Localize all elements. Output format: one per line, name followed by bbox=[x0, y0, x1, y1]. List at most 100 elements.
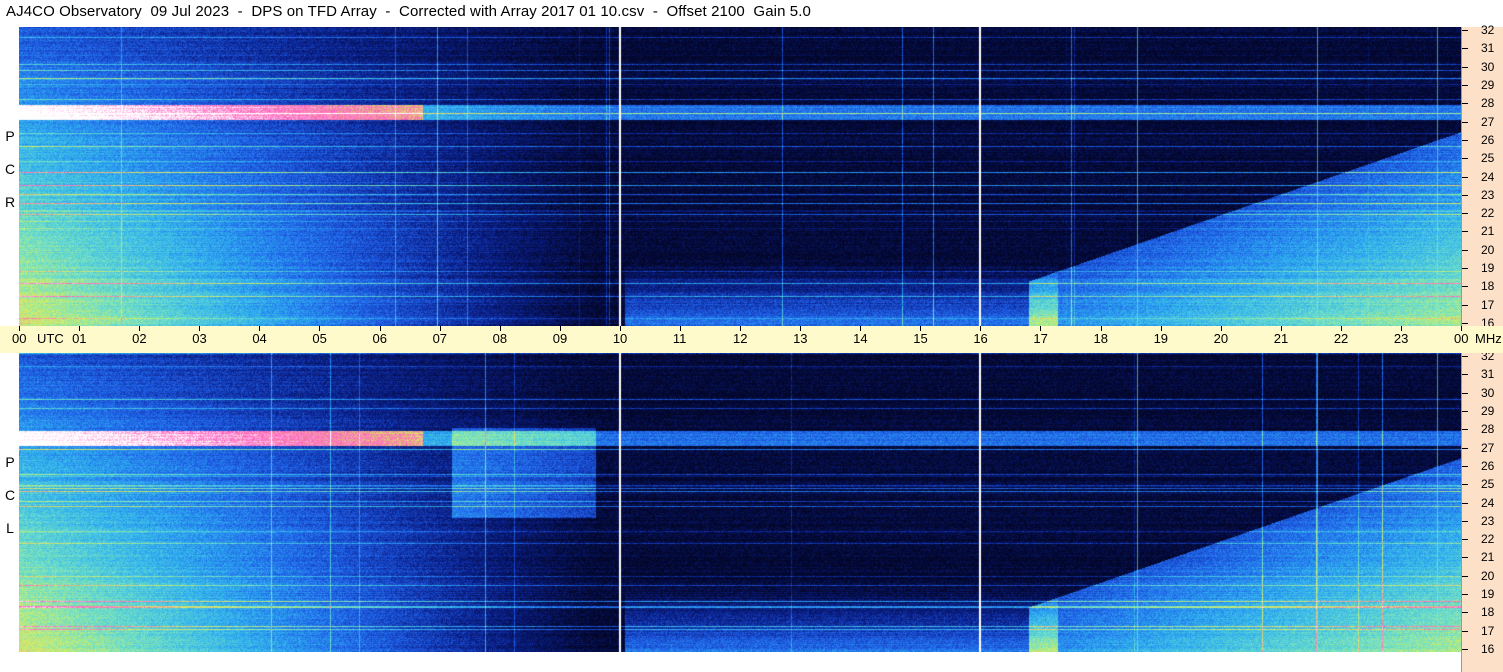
time-tick-label: 01 bbox=[72, 331, 87, 346]
time-tick-label: 20 bbox=[1213, 331, 1229, 346]
freq-tick bbox=[1462, 158, 1468, 160]
freq-tick-label: 28 bbox=[1481, 96, 1495, 111]
time-tick-label: 17 bbox=[1033, 331, 1048, 346]
freq-tick-label: 17 bbox=[1481, 623, 1495, 638]
time-tick-label: 04 bbox=[252, 331, 267, 346]
freq-tick bbox=[1462, 286, 1468, 288]
freq-tick-label: 30 bbox=[1481, 59, 1495, 74]
freq-tick bbox=[1462, 84, 1468, 86]
time-tick-label: 21 bbox=[1273, 331, 1289, 346]
freq-tick bbox=[1462, 649, 1468, 650]
freq-tick-label: 25 bbox=[1481, 477, 1495, 492]
freq-tick-label: 30 bbox=[1481, 385, 1495, 400]
freq-tick-label: 23 bbox=[1481, 187, 1495, 202]
freq-tick bbox=[1462, 48, 1468, 50]
lcp-label: P C L bbox=[4, 454, 16, 536]
freq-tick bbox=[1462, 429, 1468, 431]
freq-tick bbox=[1462, 66, 1468, 68]
freq-tick-label: 31 bbox=[1481, 367, 1495, 382]
freq-tick bbox=[1462, 447, 1468, 449]
time-tick-label: 10 bbox=[612, 331, 628, 346]
rcp-frequency-axis: 32 31 30 29 28 27 26 25 24 23 22 21 20 19 18 17 16 bbox=[1461, 23, 1503, 329]
freq-tick-label: 16 bbox=[1481, 642, 1495, 656]
freq-tick-label: 28 bbox=[1481, 422, 1495, 437]
time-tick-label: 07 bbox=[432, 331, 448, 346]
time-tick-label: 12 bbox=[733, 331, 748, 346]
time-tick-label: 09 bbox=[552, 331, 568, 346]
rcp-label: P C R bbox=[4, 128, 16, 210]
freq-tick-label: 19 bbox=[1481, 587, 1495, 602]
time-tick-label: MHz bbox=[1475, 331, 1502, 346]
time-tick-label: 00 bbox=[12, 331, 27, 346]
freq-tick bbox=[1462, 465, 1468, 467]
freq-tick bbox=[1462, 304, 1468, 306]
time-tick-label: 14 bbox=[853, 331, 868, 346]
freq-tick-label: 19 bbox=[1481, 261, 1495, 276]
lcp-spectrogram bbox=[19, 353, 1461, 652]
freq-tick-label: 21 bbox=[1481, 550, 1495, 565]
freq-tick bbox=[1462, 268, 1468, 270]
freq-tick-label: 31 bbox=[1481, 41, 1495, 56]
freq-tick bbox=[1462, 630, 1468, 632]
freq-tick bbox=[1462, 194, 1468, 196]
freq-tick bbox=[1462, 139, 1468, 141]
freq-tick-label: 27 bbox=[1481, 114, 1495, 129]
time-tick-label: 16 bbox=[973, 331, 988, 346]
freq-tick-label: 24 bbox=[1481, 169, 1495, 184]
freq-tick bbox=[1462, 323, 1468, 324]
freq-tick bbox=[1462, 249, 1468, 251]
time-tick-label: 06 bbox=[372, 331, 387, 346]
freq-tick bbox=[1462, 213, 1468, 215]
time-tick-label: UTC bbox=[37, 331, 64, 346]
freq-tick-label: 20 bbox=[1481, 242, 1495, 257]
rcp-spectrogram bbox=[19, 27, 1461, 326]
freq-tick-label: 22 bbox=[1481, 532, 1495, 547]
freq-tick-label: 18 bbox=[1481, 279, 1495, 294]
freq-tick-label: 23 bbox=[1481, 513, 1495, 528]
freq-tick-label: 24 bbox=[1481, 495, 1495, 510]
freq-tick bbox=[1462, 557, 1468, 559]
freq-tick-label: 29 bbox=[1481, 77, 1495, 92]
time-tick-label: 03 bbox=[192, 331, 207, 346]
freq-tick-label: 17 bbox=[1481, 297, 1495, 312]
time-tick-label: 00 bbox=[1454, 331, 1469, 346]
freq-tick bbox=[1462, 374, 1468, 376]
freq-tick-label: 20 bbox=[1481, 568, 1495, 583]
time-axis: 00 UTC 01 02 03 04 05 06 07 08 09 10 11 12 13 14 15 16 17 1… bbox=[0, 326, 1503, 353]
freq-tick bbox=[1462, 612, 1468, 614]
freq-tick bbox=[1462, 231, 1468, 233]
freq-tick bbox=[1462, 502, 1468, 504]
freq-tick bbox=[1462, 392, 1468, 394]
freq-tick-label: 25 bbox=[1481, 151, 1495, 166]
freq-tick bbox=[1462, 30, 1468, 31]
freq-tick bbox=[1462, 356, 1468, 357]
freq-tick-label: 29 bbox=[1481, 403, 1495, 418]
lcp-frequency-axis: 32 31 30 29 28 27 26 25 24 23 22 21 20 19 18 17 16 bbox=[1461, 350, 1503, 672]
time-tick-label: 19 bbox=[1153, 331, 1169, 346]
time-tick-label: 13 bbox=[793, 331, 808, 346]
time-tick-label: 18 bbox=[1093, 331, 1108, 346]
freq-tick bbox=[1462, 176, 1468, 178]
freq-tick-label: 22 bbox=[1481, 206, 1495, 221]
freq-tick bbox=[1462, 121, 1468, 123]
time-tick-label: 08 bbox=[492, 331, 508, 346]
freq-tick bbox=[1462, 520, 1468, 522]
time-tick-label: 05 bbox=[312, 331, 327, 346]
chart-title: AJ4CO Observatory 09 Jul 2023 - DPS on T… bbox=[6, 3, 811, 20]
freq-tick-label: 18 bbox=[1481, 605, 1495, 620]
freq-tick-label: 26 bbox=[1481, 132, 1495, 147]
freq-tick bbox=[1462, 594, 1468, 596]
freq-tick bbox=[1462, 484, 1468, 486]
freq-tick bbox=[1462, 410, 1468, 412]
freq-tick-label: 26 bbox=[1481, 458, 1495, 473]
freq-tick bbox=[1462, 539, 1468, 541]
freq-tick bbox=[1462, 103, 1468, 105]
freq-tick bbox=[1462, 575, 1468, 577]
time-tick-label: 15 bbox=[913, 331, 928, 346]
freq-tick-label: 21 bbox=[1481, 224, 1495, 239]
freq-tick-label: 32 bbox=[1481, 23, 1495, 37]
time-tick-label: 11 bbox=[672, 331, 687, 346]
time-tick-label: 02 bbox=[132, 331, 147, 346]
time-tick-label: 23 bbox=[1393, 331, 1409, 346]
freq-tick-label: 27 bbox=[1481, 440, 1495, 455]
